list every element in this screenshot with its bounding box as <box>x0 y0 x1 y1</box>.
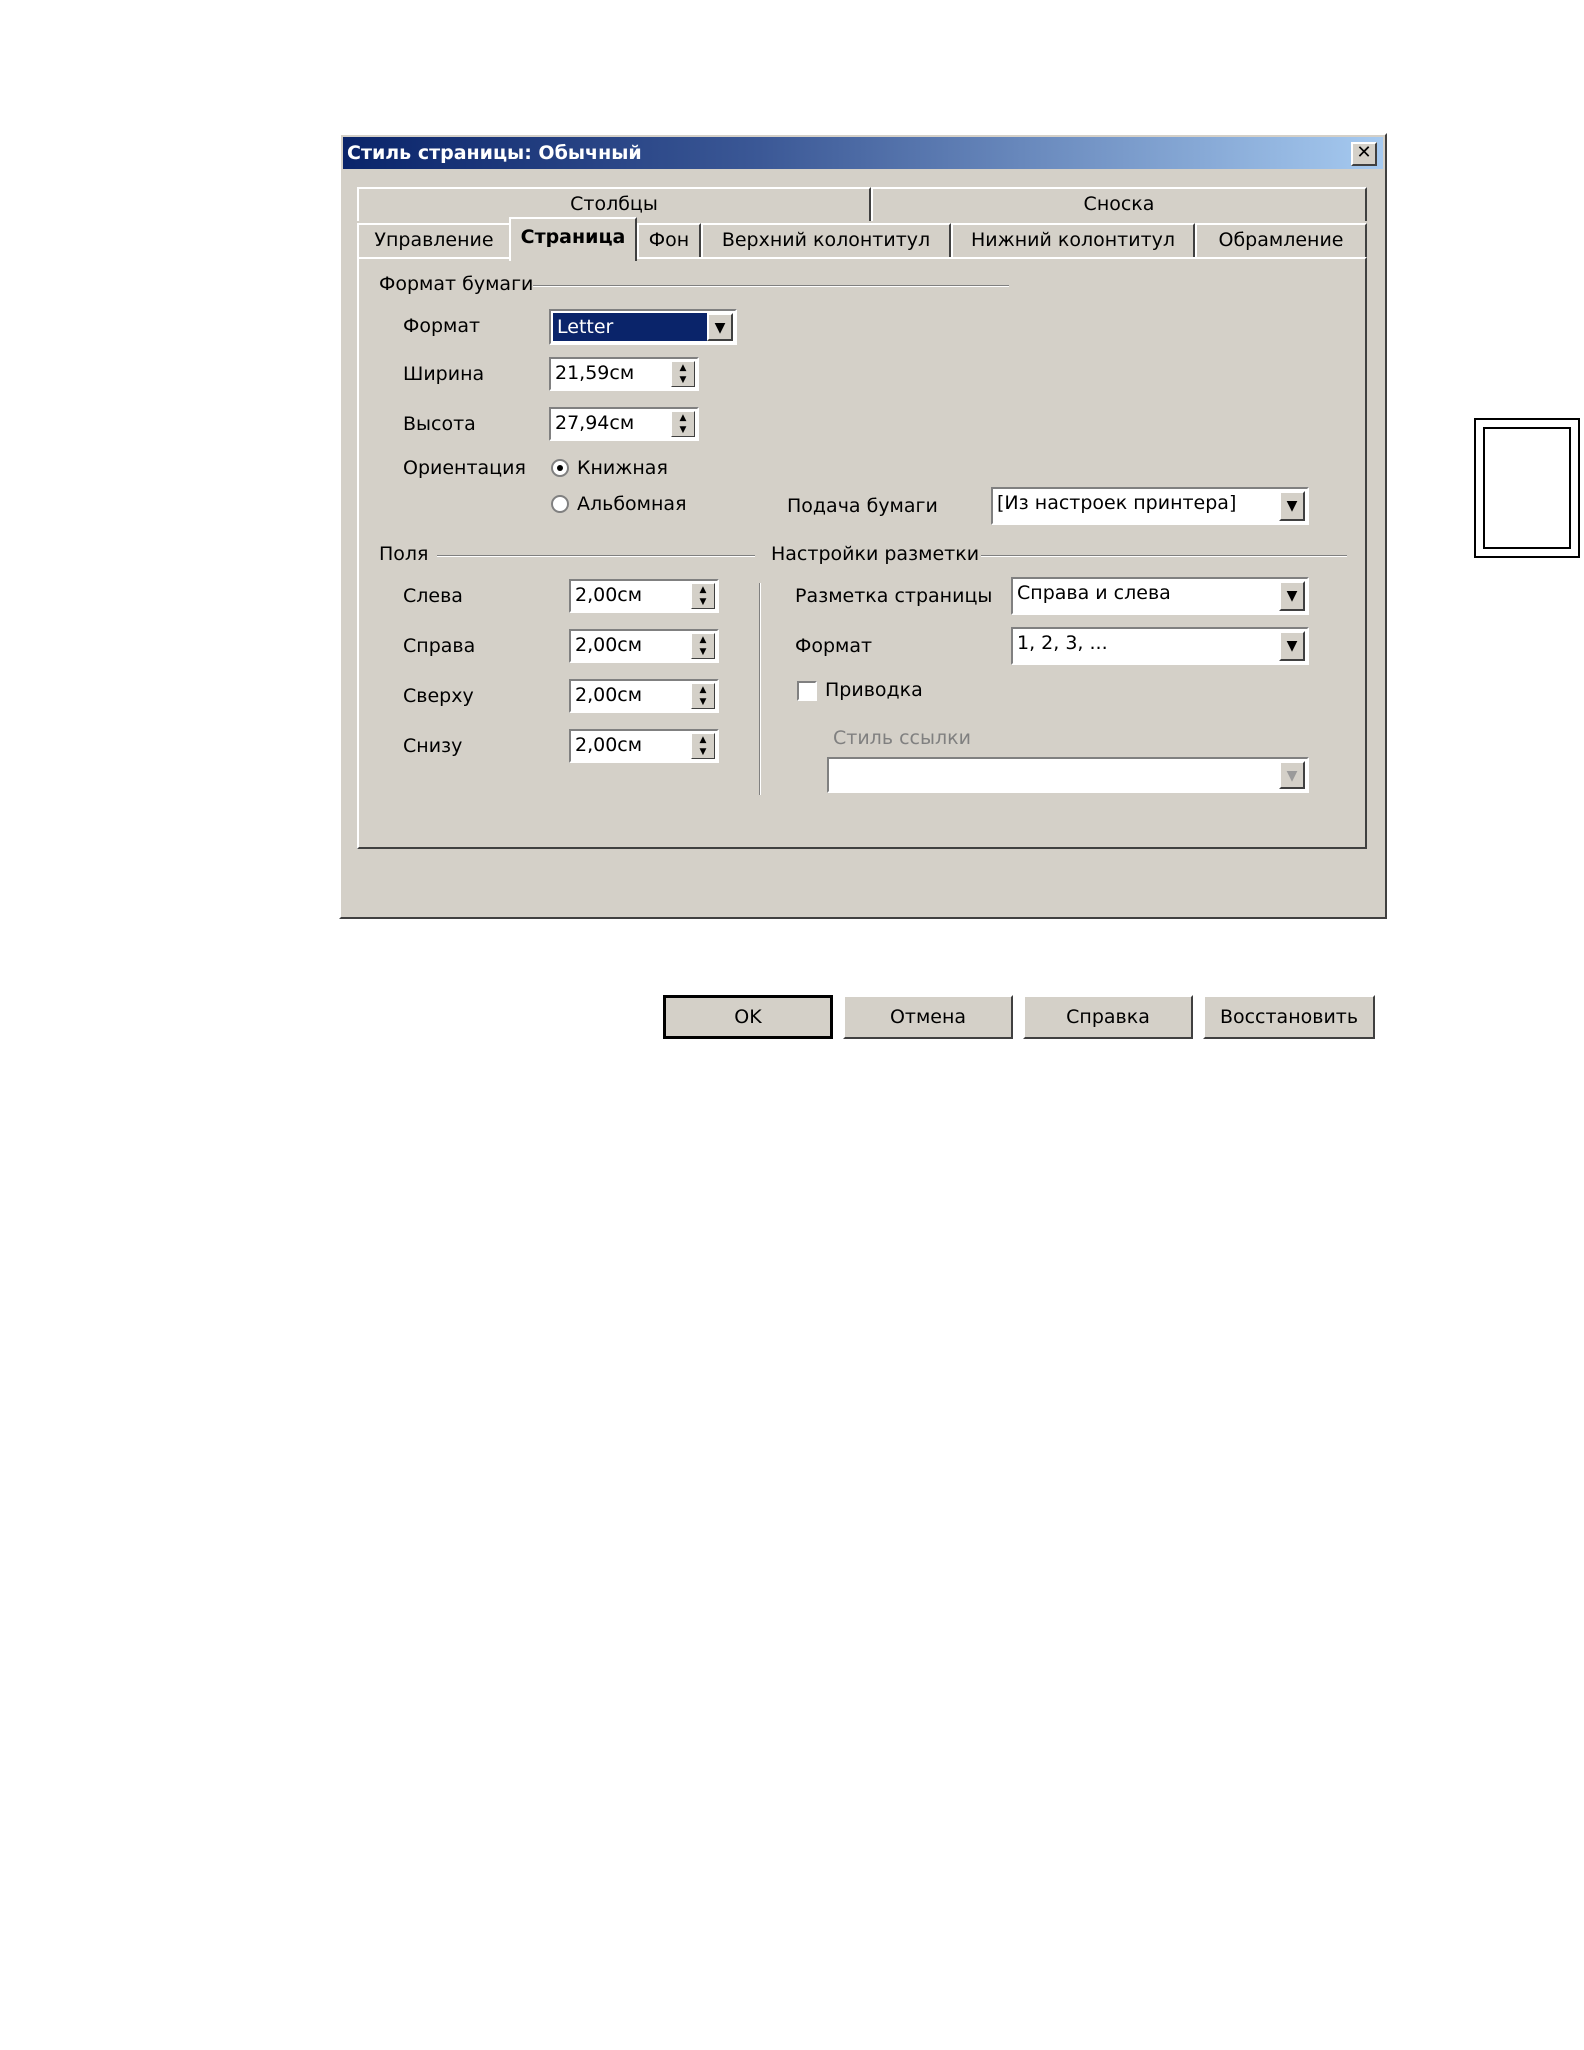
chevron-down-icon[interactable]: ▼ <box>1279 581 1305 611</box>
tab-page[interactable]: Страница <box>509 217 637 261</box>
numbering-format-select[interactable]: 1, 2, 3, ... ▼ <box>1011 627 1309 665</box>
ok-button[interactable]: OK <box>663 995 833 1039</box>
margin-left-value: 2,00см <box>575 584 643 606</box>
landscape-label[interactable]: Альбомная <box>577 493 687 515</box>
spin-buttons-icon[interactable]: ▲ ▼ <box>691 583 715 609</box>
spin-buttons-icon[interactable]: ▲ ▼ <box>671 411 695 437</box>
margins-group-label: Поля <box>379 543 429 565</box>
landscape-radio[interactable] <box>551 495 569 513</box>
tab-background[interactable]: Фон <box>637 223 701 259</box>
format-label: Формат <box>403 315 481 337</box>
group-separator <box>759 583 761 795</box>
format-select-value: Letter <box>552 312 708 342</box>
tab-footnote[interactable]: Сноска <box>871 187 1367 221</box>
close-button[interactable]: ✕ <box>1351 142 1377 166</box>
radio-selected-icon <box>557 465 563 471</box>
margin-left-spinfield[interactable]: 2,00см ▲ ▼ <box>569 579 719 613</box>
tab-borders[interactable]: Обрамление <box>1195 223 1367 259</box>
margin-left-label: Слева <box>403 585 463 607</box>
register-label[interactable]: Приводка <box>825 679 923 701</box>
portrait-radio[interactable] <box>551 459 569 477</box>
help-button[interactable]: Справка <box>1023 995 1193 1039</box>
chevron-down-icon[interactable]: ▼ <box>1279 761 1305 789</box>
layout-divider <box>981 555 1347 557</box>
margin-right-value: 2,00см <box>575 634 643 656</box>
paper-tray-value: [Из настроек принтера] <box>997 492 1237 514</box>
page-layout-value: Справа и слева <box>1017 582 1171 604</box>
chevron-down-icon[interactable]: ▼ <box>1279 491 1305 521</box>
margin-right-spinfield[interactable]: 2,00см ▲ ▼ <box>569 629 719 663</box>
tab-columns[interactable]: Столбцы <box>357 187 871 221</box>
layout-group-label: Настройки разметки <box>771 543 980 565</box>
numbering-format-label: Формат <box>795 635 873 657</box>
paper-tray-label: Подача бумаги <box>787 495 938 517</box>
margin-top-label: Сверху <box>403 685 474 707</box>
register-checkbox[interactable] <box>797 681 817 701</box>
width-value: 21,59см <box>555 362 635 384</box>
tab-header[interactable]: Верхний колонтитул <box>701 223 951 259</box>
page-layout-select[interactable]: Справа и слева ▼ <box>1011 577 1309 615</box>
reference-style-select[interactable]: ▼ <box>827 757 1309 793</box>
dialog-title: Стиль страницы: Обычный <box>347 142 642 164</box>
margin-top-value: 2,00см <box>575 684 643 706</box>
page-preview <box>1474 418 1580 558</box>
chevron-down-icon[interactable]: ▼ <box>707 313 733 341</box>
spin-buttons-icon[interactable]: ▲ ▼ <box>691 733 715 759</box>
page-layout-label: Разметка страницы <box>795 585 993 607</box>
tab-footer[interactable]: Нижний колонтитул <box>951 223 1195 259</box>
reset-button[interactable]: Восстановить <box>1203 995 1375 1039</box>
title-bar[interactable]: Стиль страницы: Обычный ✕ <box>343 137 1383 169</box>
spin-buttons-icon[interactable]: ▲ ▼ <box>691 683 715 709</box>
paper-format-divider <box>533 285 1009 287</box>
portrait-label[interactable]: Книжная <box>577 457 668 479</box>
spin-buttons-icon[interactable]: ▲ ▼ <box>671 361 695 387</box>
chevron-down-icon[interactable]: ▼ <box>1279 631 1305 661</box>
paper-format-group-label: Формат бумаги <box>379 273 534 295</box>
height-value: 27,94см <box>555 412 635 434</box>
margin-right-label: Справа <box>403 635 476 657</box>
format-select[interactable]: Letter ▼ <box>549 309 737 345</box>
spin-buttons-icon[interactable]: ▲ ▼ <box>691 633 715 659</box>
margin-top-spinfield[interactable]: 2,00см ▲ ▼ <box>569 679 719 713</box>
paper-tray-select[interactable]: [Из настроек принтера] ▼ <box>991 487 1309 525</box>
margin-bottom-label: Снизу <box>403 735 463 757</box>
margin-bottom-spinfield[interactable]: 2,00см ▲ ▼ <box>569 729 719 763</box>
numbering-format-value: 1, 2, 3, ... <box>1017 632 1108 654</box>
close-icon: ✕ <box>1356 142 1372 163</box>
cancel-button[interactable]: Отмена <box>843 995 1013 1039</box>
reference-style-label: Стиль ссылки <box>833 727 971 749</box>
margin-bottom-value: 2,00см <box>575 734 643 756</box>
margins-divider <box>437 555 755 557</box>
tab-organizer[interactable]: Управление <box>357 223 511 259</box>
width-label: Ширина <box>403 363 485 385</box>
orientation-label: Ориентация <box>403 457 526 479</box>
page-preview-margins <box>1483 427 1571 549</box>
height-label: Высота <box>403 413 476 435</box>
height-spinfield[interactable]: 27,94см ▲ ▼ <box>549 407 699 441</box>
width-spinfield[interactable]: 21,59см ▲ ▼ <box>549 357 699 391</box>
page-style-dialog: Стиль страницы: Обычный ✕ Столбцы Сноска… <box>339 133 1580 1039</box>
